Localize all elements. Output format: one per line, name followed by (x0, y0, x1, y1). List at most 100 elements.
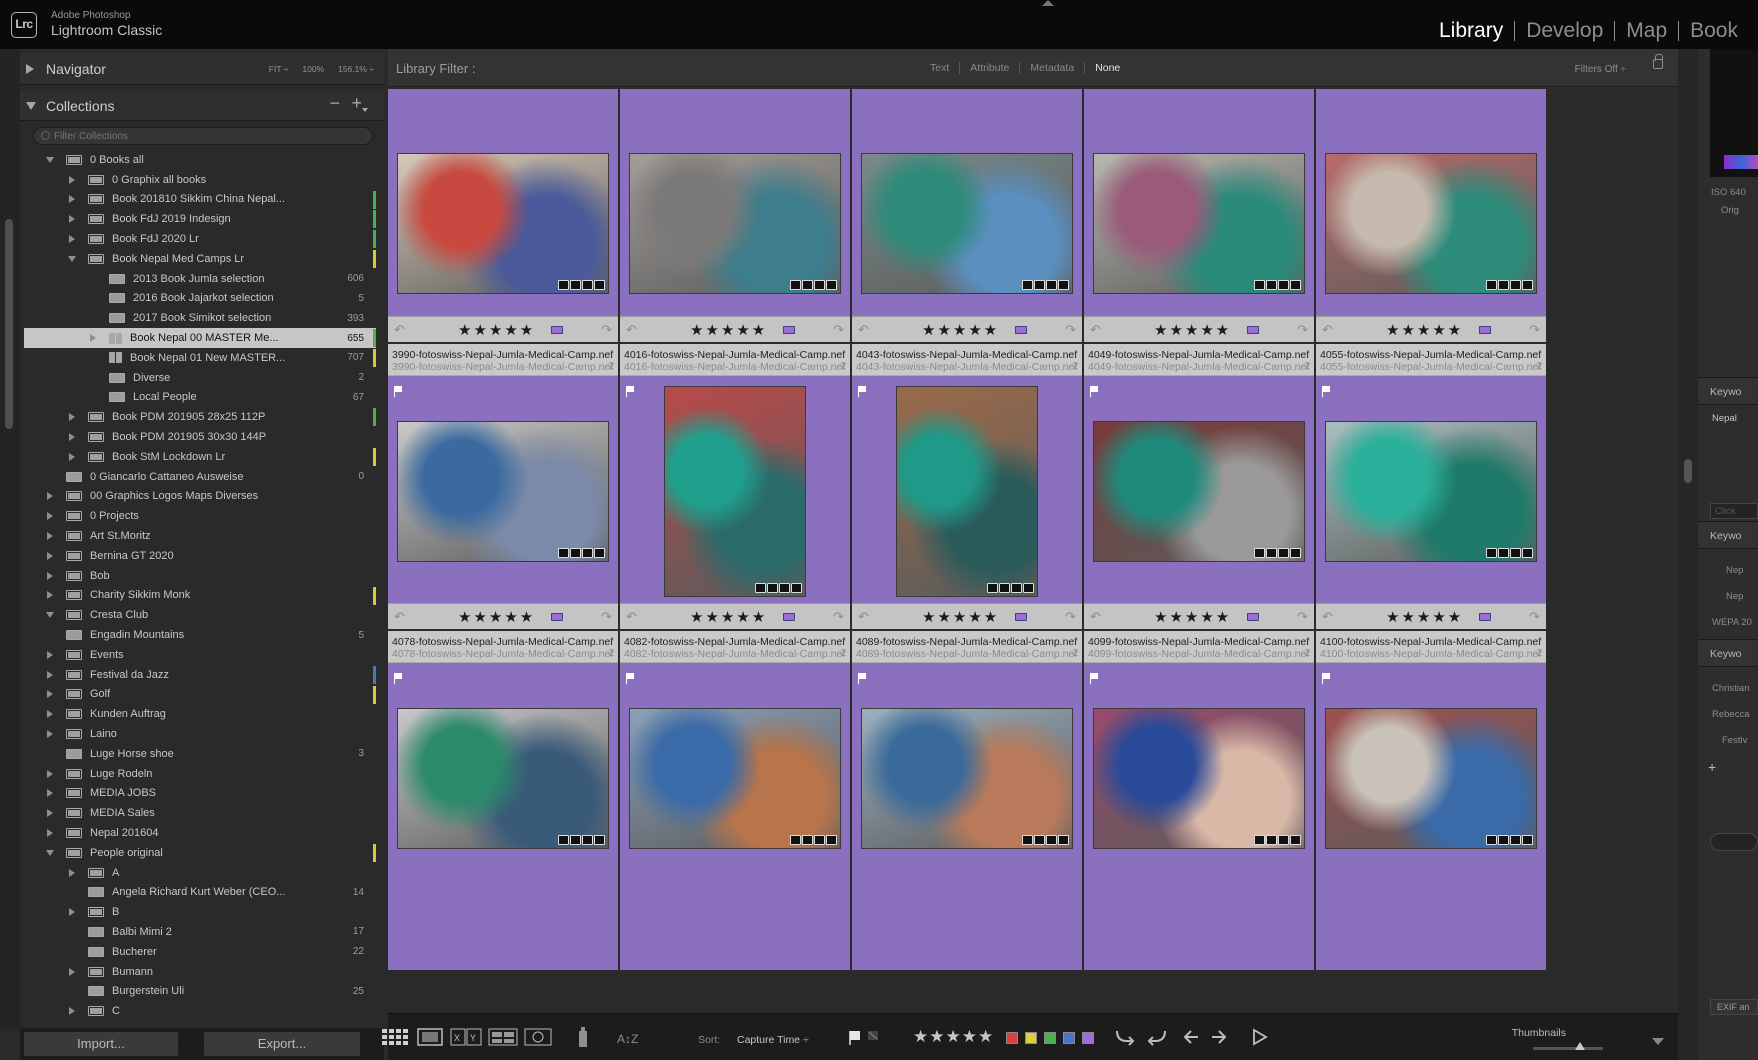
star-rating[interactable]: ★★★★★ (458, 608, 535, 626)
collection-row[interactable]: Cresta Club (24, 605, 376, 625)
collapsed-triangle-icon[interactable] (47, 809, 53, 818)
collection-row[interactable]: Book FdJ 2020 Lr (24, 229, 376, 249)
keyword-badge-icon[interactable] (1254, 835, 1265, 845)
star-rating[interactable]: ★★★★★ (1154, 608, 1231, 626)
disclosure-toggle[interactable] (44, 710, 56, 719)
collection-row[interactable]: People original (24, 843, 376, 863)
rotate-right-icon[interactable]: ↷ (1529, 609, 1540, 625)
metadata-badge-icon[interactable] (999, 583, 1010, 593)
collapsed-triangle-icon[interactable] (47, 670, 53, 679)
rotate-right-icon[interactable]: ↷ (833, 322, 844, 338)
collection-row[interactable]: 2013 Book Jumla selection 606 (24, 269, 376, 289)
rotate-right-icon[interactable]: ↷ (1065, 322, 1076, 338)
rotate-left-icon[interactable]: ↶ (394, 322, 405, 338)
collection-badge-icon[interactable] (1278, 835, 1289, 845)
survey-view-icon[interactable] (488, 1026, 518, 1048)
disclosure-toggle[interactable] (44, 650, 56, 659)
rotate-right-icon[interactable]: ↷ (1297, 322, 1308, 338)
collapsed-triangle-icon[interactable] (47, 828, 53, 837)
thumbnail-cell[interactable]: ↶ ★★★★★ ↷ (388, 89, 619, 343)
collection-row[interactable]: Engadin Mountains 5 (24, 625, 376, 645)
pick-flag-icon[interactable] (626, 386, 636, 397)
develop-badge-icon[interactable] (1290, 280, 1301, 290)
pick-flag-icon[interactable] (394, 673, 404, 684)
collection-badge-icon[interactable] (582, 548, 593, 558)
disclosure-toggle[interactable] (66, 967, 78, 976)
photo-thumbnail[interactable] (397, 153, 609, 294)
remove-collection-minus-icon[interactable]: − (329, 93, 340, 114)
disclosure-toggle[interactable] (44, 769, 56, 778)
sort-direction-icon[interactable]: A↕Z (616, 1026, 646, 1048)
slider-knob[interactable] (1575, 1042, 1585, 1050)
module-develop[interactable]: Develop (1515, 19, 1614, 43)
rating-filter-stars[interactable]: ★★★★★ (913, 1027, 994, 1047)
disclosure-toggle[interactable] (44, 512, 56, 521)
collapsed-triangle-icon[interactable] (90, 334, 96, 343)
develop-badge-icon[interactable] (1522, 835, 1533, 845)
keyword-badge-icon[interactable] (755, 583, 766, 593)
keywording-header[interactable]: Keywo (1698, 377, 1758, 405)
develop-badge-icon[interactable] (791, 583, 802, 593)
keyword-set-header[interactable]: Keywo (1698, 639, 1758, 667)
keyword-input[interactable]: Click (1710, 503, 1758, 519)
collection-row[interactable]: Bernina GT 2020 (24, 546, 376, 566)
collection-row[interactable]: Luge Rodeln (24, 764, 376, 784)
keyword-tags[interactable]: Nepal (1712, 413, 1737, 424)
develop-badge-icon[interactable] (826, 835, 837, 845)
keyword-badge-icon[interactable] (790, 835, 801, 845)
previous-next-arrows-icon[interactable] (1182, 1027, 1232, 1047)
module-map[interactable]: Map (1615, 19, 1678, 43)
collapsed-triangle-icon[interactable] (47, 571, 53, 580)
metadata-badge-icon[interactable] (1266, 835, 1277, 845)
collection-row[interactable]: Bob (24, 566, 376, 586)
collapsed-triangle-icon[interactable] (26, 64, 34, 74)
collection-badge-icon[interactable] (1046, 835, 1057, 845)
collections-header[interactable]: Collections − + (20, 91, 384, 121)
rotate-left-icon[interactable]: ↶ (1090, 609, 1101, 625)
pick-flag-icon[interactable] (858, 386, 868, 397)
grid-view-icon[interactable] (380, 1026, 410, 1048)
photo-thumbnail[interactable] (629, 708, 841, 849)
disclosure-toggle[interactable] (66, 452, 78, 461)
metadata-badge-icon[interactable] (1034, 835, 1045, 845)
pick-flag-icon[interactable] (1090, 386, 1100, 397)
color-label-swatch[interactable] (1247, 326, 1259, 334)
keyword-badge-icon[interactable] (1254, 548, 1265, 558)
rotate-left-icon[interactable]: ↶ (1322, 609, 1333, 625)
loupe-view-icon[interactable] (416, 1026, 444, 1048)
collapsed-triangle-icon[interactable] (47, 710, 53, 719)
disclosure-toggle[interactable] (44, 156, 56, 163)
compare-view-icon[interactable]: XY (450, 1026, 482, 1048)
panel-toggle-triangle-icon[interactable] (1042, 0, 1054, 6)
label-red-swatch[interactable] (1006, 1032, 1018, 1044)
develop-badge-icon[interactable] (594, 548, 605, 558)
export-button[interactable]: Export... (204, 1032, 360, 1056)
people-view-icon[interactable] (524, 1026, 552, 1048)
collapsed-triangle-icon[interactable] (69, 175, 75, 184)
pick-flag-icon[interactable] (1322, 386, 1332, 397)
color-label-swatch[interactable] (1015, 613, 1027, 621)
rotate-right-icon[interactable]: ↷ (1065, 609, 1076, 625)
metadata-badge-icon[interactable] (802, 280, 813, 290)
collections-filter-input[interactable] (54, 129, 354, 143)
rotate-left-icon[interactable]: ↶ (1322, 322, 1333, 338)
pick-flag-icon[interactable] (626, 673, 636, 684)
disclosure-toggle[interactable] (66, 175, 78, 184)
rotate-right-icon[interactable]: ↷ (1529, 322, 1540, 338)
star-rating[interactable]: ★★★★★ (1386, 608, 1463, 626)
thumbnail-cell[interactable]: 4082-fotoswiss-Nepal-Jumla-Medical-Camp.… (620, 631, 851, 971)
color-label-swatch[interactable] (551, 613, 563, 621)
disclosure-toggle[interactable] (66, 1007, 78, 1016)
collection-row[interactable]: Diverse 2 (24, 368, 376, 388)
collapsed-triangle-icon[interactable] (47, 532, 53, 541)
collection-row[interactable]: Book Nepal Med Camps Lr (24, 249, 376, 269)
develop-badge-icon[interactable] (1290, 548, 1301, 558)
metadata-badge-icon[interactable] (1266, 548, 1277, 558)
disclosure-toggle[interactable] (66, 235, 78, 244)
metadata-badge-icon[interactable] (570, 280, 581, 290)
collapsed-triangle-icon[interactable] (69, 452, 75, 461)
metadata-badge-icon[interactable] (1498, 548, 1509, 558)
collapsed-triangle-icon[interactable] (47, 730, 53, 738)
disclosure-toggle[interactable] (66, 868, 78, 877)
disclosure-toggle[interactable] (44, 730, 56, 738)
